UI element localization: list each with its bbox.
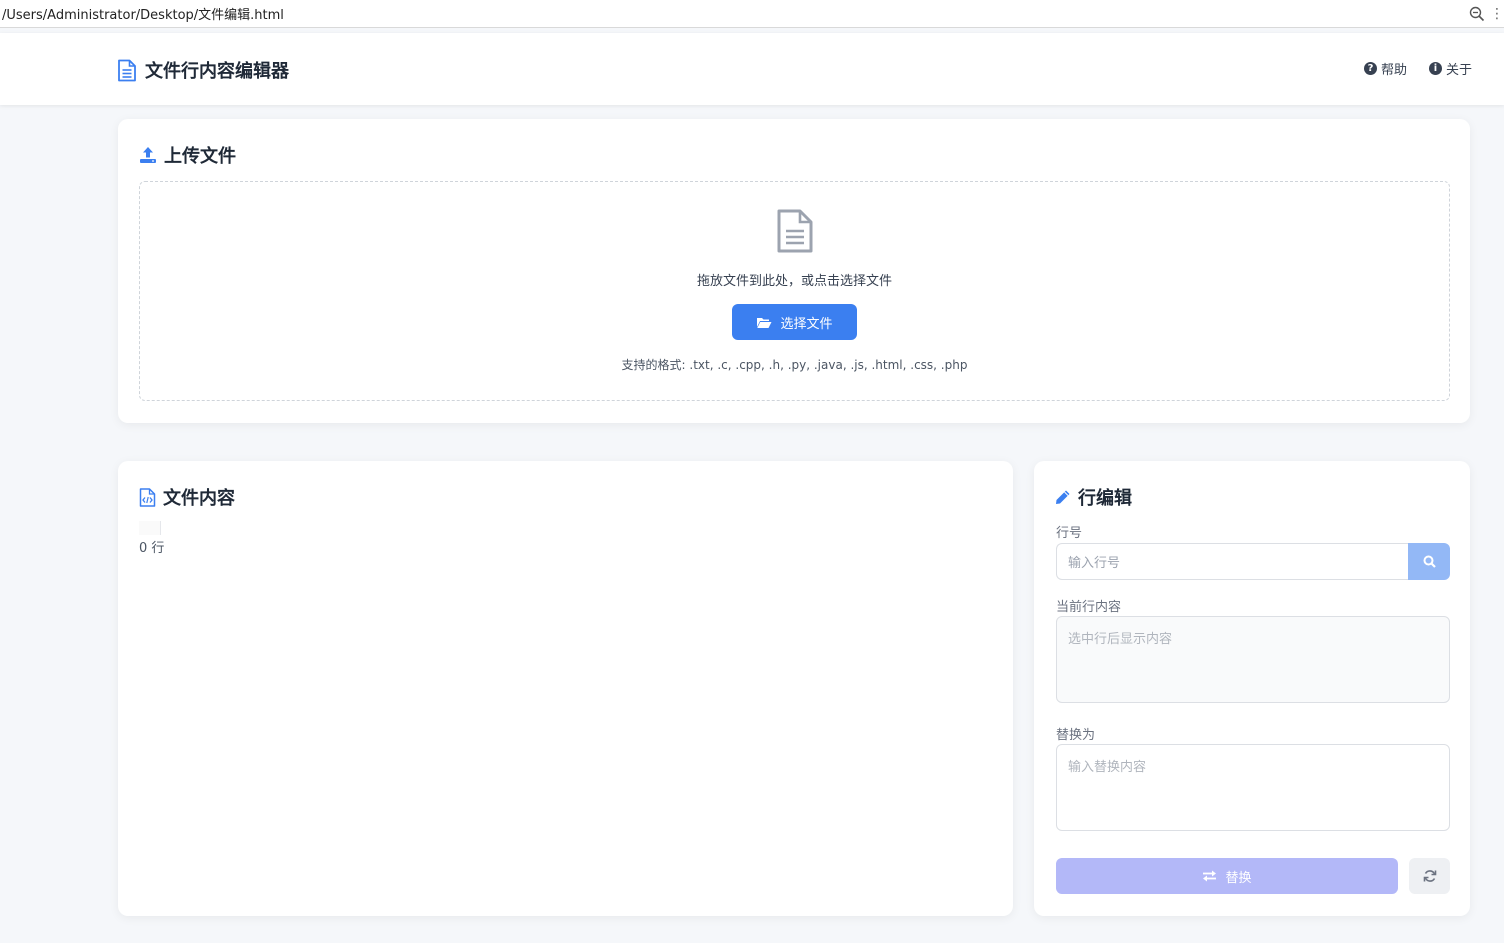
replace-button-label: 替换 xyxy=(1225,870,1252,886)
browser-more-icon[interactable]: ⋮ xyxy=(1490,6,1504,22)
choose-file-button[interactable]: 选择文件 xyxy=(732,304,857,340)
nav-help-label: 帮助 xyxy=(1380,63,1407,78)
line-editor-card: 行编辑 行号 输入行号 当前行内容 选中行后显示内容 替换为 输入替换内容 替换 xyxy=(1034,461,1470,916)
file-content-card: 文件内容 0 行 xyxy=(118,461,1013,916)
line-number-input[interactable]: 输入行号 xyxy=(1056,543,1408,580)
upload-icon xyxy=(140,147,156,163)
replace-button[interactable]: 替换 xyxy=(1056,858,1398,894)
folder-open-icon xyxy=(757,317,772,328)
replace-textarea[interactable]: 输入替换内容 xyxy=(1056,744,1450,831)
line-count: 0 行 xyxy=(139,541,165,556)
app-header: 文件行内容编辑器 ? 帮助 i 关于 xyxy=(0,33,1504,105)
file-icon xyxy=(118,59,136,81)
info-circle-icon: i xyxy=(1428,62,1442,75)
editor-card-title: 行编辑 xyxy=(1055,484,1132,510)
refresh-icon xyxy=(1423,870,1436,882)
file-code-icon xyxy=(139,487,156,507)
editor-title-text: 行编辑 xyxy=(1078,488,1132,509)
choose-file-label: 选择文件 xyxy=(780,316,833,332)
supported-formats: 支持的格式: .txt, .c, .cpp, .h, .py, .java, .… xyxy=(621,358,968,372)
upload-title-text: 上传文件 xyxy=(164,146,236,167)
pencil-icon xyxy=(1056,490,1070,504)
upload-card-title: 上传文件 xyxy=(139,142,236,168)
exchange-icon xyxy=(1203,870,1217,882)
app-brand: 文件行内容编辑器 xyxy=(117,57,289,83)
search-line-button[interactable] xyxy=(1408,543,1450,580)
file-dropzone[interactable]: 拖放文件到此处，或点击选择文件 选择文件 支持的格式: .txt, .c, .c… xyxy=(139,181,1450,401)
nav-help-link[interactable]: ? 帮助 xyxy=(1363,59,1407,78)
question-circle-icon: ? xyxy=(1363,62,1377,75)
reset-button[interactable] xyxy=(1409,858,1450,894)
search-icon xyxy=(1423,555,1436,568)
browser-address-bar: /Users/Administrator/Desktop/文件编辑.html ⋮ xyxy=(0,0,1504,28)
app-title: 文件行内容编辑器 xyxy=(145,61,289,82)
current-line-label: 当前行内容 xyxy=(1056,600,1122,615)
replace-with-label: 替换为 xyxy=(1056,728,1096,743)
line-number-gutter xyxy=(139,521,161,535)
content-title-text: 文件内容 xyxy=(163,488,235,509)
current-line-textarea[interactable]: 选中行后显示内容 xyxy=(1056,616,1450,703)
line-number-label: 行号 xyxy=(1056,526,1083,541)
document-icon xyxy=(777,209,813,253)
header-nav: ? 帮助 i 关于 xyxy=(1363,59,1472,78)
nav-about-link[interactable]: i 关于 xyxy=(1428,59,1472,78)
nav-about-label: 关于 xyxy=(1445,63,1472,78)
zoom-icon[interactable] xyxy=(1468,5,1486,23)
upload-card: 上传文件 拖放文件到此处，或点击选择文件 选择文件 支持的格式: .txt, .… xyxy=(118,119,1470,423)
dropzone-text: 拖放文件到此处，或点击选择文件 xyxy=(696,274,892,289)
content-card-title: 文件内容 xyxy=(139,484,235,510)
browser-url[interactable]: /Users/Administrator/Desktop/文件编辑.html xyxy=(0,4,284,23)
